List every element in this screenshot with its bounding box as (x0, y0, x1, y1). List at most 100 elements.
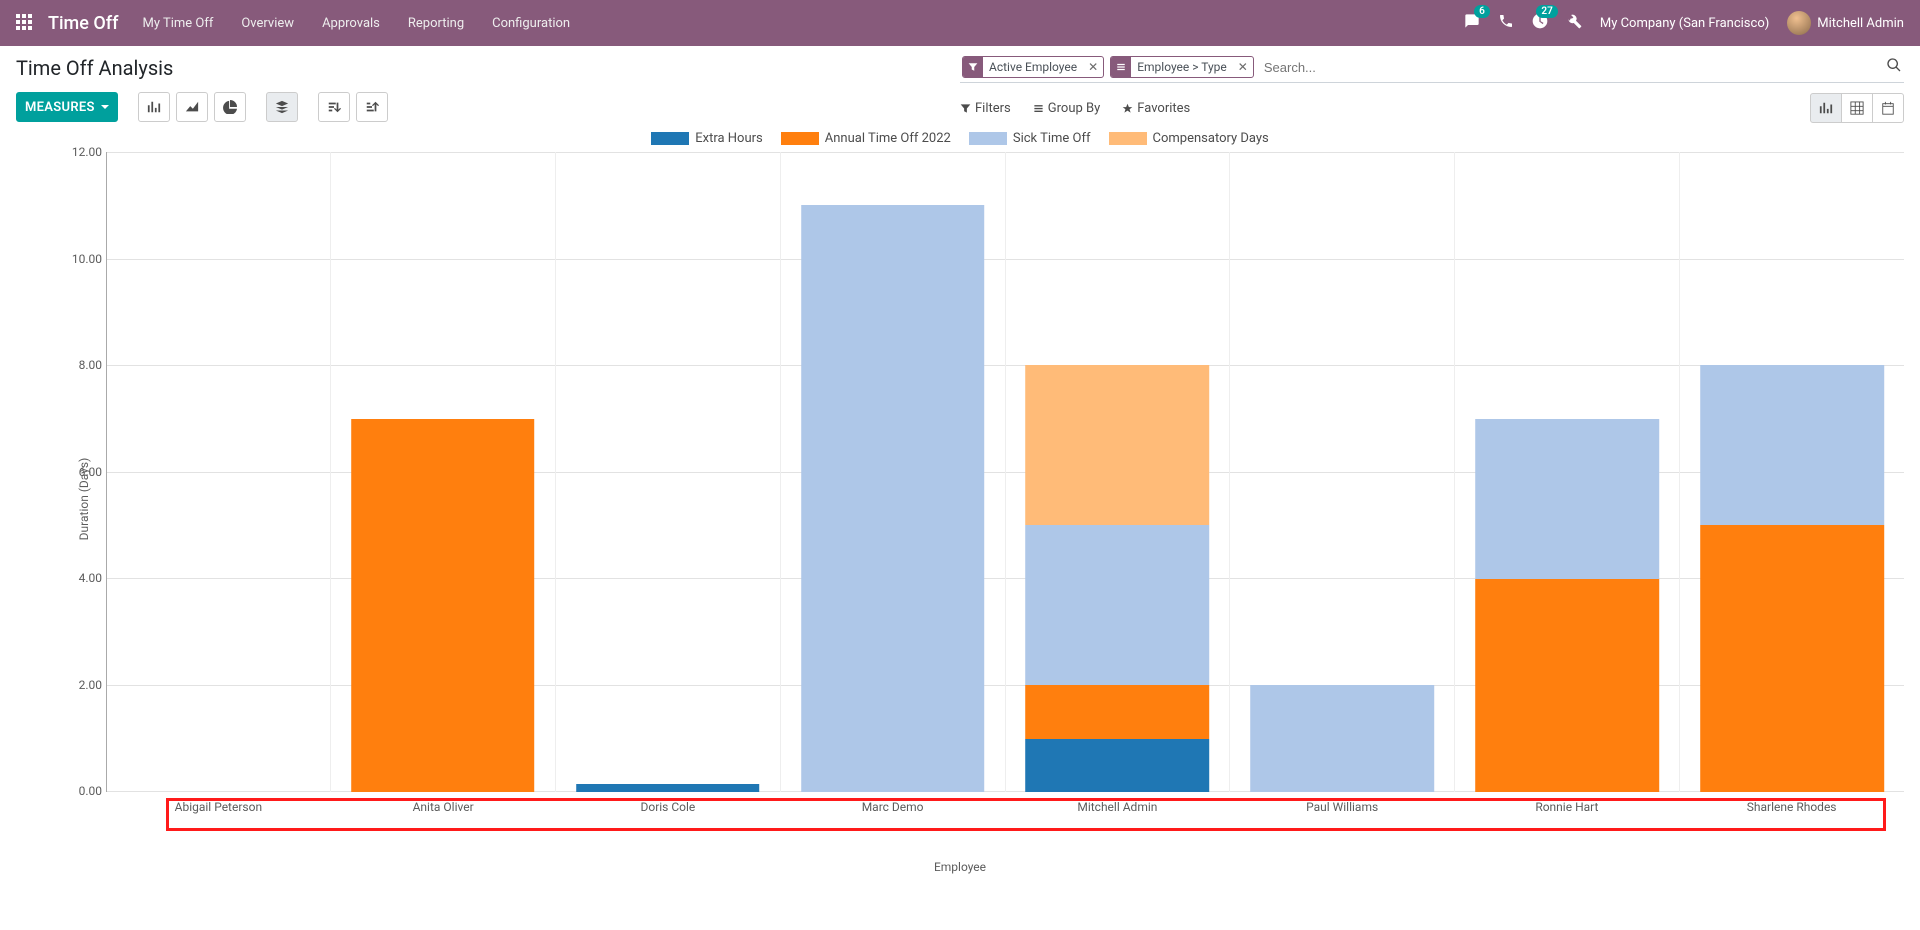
user-menu[interactable]: Mitchell Admin (1787, 11, 1904, 35)
search-row: Active Employee ✕ Employee > Type ✕ (960, 56, 1904, 83)
bar-segment[interactable] (1700, 365, 1884, 525)
bar-segment[interactable] (1475, 419, 1659, 579)
bar-column (331, 152, 556, 792)
list-icon (1111, 57, 1131, 77)
x-axis-label: Employee (16, 860, 1904, 874)
bar-stack[interactable] (1700, 365, 1884, 792)
nav-configuration[interactable]: Configuration (492, 16, 570, 31)
plot: Duration (Days) 0.002.004.006.008.0010.0… (76, 152, 1904, 832)
search-button[interactable] (1886, 57, 1902, 77)
bar-segment[interactable] (1475, 579, 1659, 792)
cp-right: Active Employee ✕ Employee > Type ✕ Filt… (960, 56, 1904, 123)
messages-badge: 6 (1474, 5, 1490, 18)
sort-desc-button[interactable] (318, 92, 350, 122)
groupby-dropdown[interactable]: Group By (1033, 101, 1101, 116)
x-tick-label: Anita Oliver (331, 792, 556, 832)
line-chart-icon (185, 100, 199, 114)
control-panel: Time Off Analysis MEASURES Active Employ… (0, 46, 1920, 123)
apps-icon[interactable] (16, 14, 34, 32)
bar-stack[interactable] (576, 784, 760, 792)
nav-overview[interactable]: Overview (241, 16, 294, 31)
bar-column (106, 152, 331, 792)
pivot-view-button[interactable] (1841, 93, 1873, 123)
bar-segment[interactable] (1251, 685, 1435, 792)
legend-label: Annual Time Off 2022 (825, 131, 951, 146)
graph-view-button[interactable] (1810, 93, 1842, 123)
pie-chart-button[interactable] (214, 92, 246, 122)
calendar-view-button[interactable] (1872, 93, 1904, 123)
activities-button[interactable]: 27 (1532, 13, 1548, 33)
y-tick-label: 10.00 (62, 252, 102, 266)
legend-item[interactable]: Sick Time Off (969, 131, 1091, 146)
filter-chip-active-employee[interactable]: Active Employee ✕ (962, 56, 1104, 78)
legend-item[interactable]: Extra Hours (651, 131, 763, 146)
bar-segment[interactable] (351, 419, 535, 792)
bar-column (1680, 152, 1904, 792)
bar-column (556, 152, 781, 792)
grid-icon (1850, 101, 1864, 115)
debug-button[interactable] (1566, 13, 1582, 33)
line-chart-button[interactable] (176, 92, 208, 122)
measures-button[interactable]: MEASURES (16, 92, 118, 122)
pie-chart-icon (223, 100, 237, 114)
sort-desc-icon (327, 100, 341, 114)
bar-segment[interactable] (1026, 685, 1210, 738)
stacked-button[interactable] (266, 92, 298, 122)
legend-swatch (1109, 132, 1147, 145)
calendar-icon (1881, 101, 1895, 115)
bar-stack[interactable] (1026, 365, 1210, 792)
bar-segment[interactable] (1026, 739, 1210, 792)
groupby-label: Group By (1048, 101, 1101, 116)
y-tick-label: 12.00 (62, 145, 102, 159)
bar-stack[interactable] (351, 419, 535, 792)
nav-right: 6 27 My Company (San Francisco) Mitchell… (1464, 11, 1904, 35)
company-switcher[interactable]: My Company (San Francisco) (1600, 16, 1769, 31)
bar-stack[interactable] (1251, 685, 1435, 792)
phone-button[interactable] (1498, 13, 1514, 33)
bar-column (1455, 152, 1680, 792)
bar-chart-icon (147, 100, 161, 114)
bar-column (781, 152, 1006, 792)
bar-column (1230, 152, 1455, 792)
cp-left: Time Off Analysis MEASURES (16, 56, 960, 122)
legend-item[interactable]: Compensatory Days (1109, 131, 1269, 146)
filters-dropdown[interactable]: Filters (960, 101, 1011, 116)
bar-segment[interactable] (1026, 365, 1210, 525)
sort-asc-icon (365, 100, 379, 114)
bar-segment[interactable] (1700, 525, 1884, 792)
avatar (1787, 11, 1811, 35)
chart-area: Extra Hours Annual Time Off 2022 Sick Time… (0, 123, 1920, 913)
legend-label: Compensatory Days (1153, 131, 1269, 146)
search-input[interactable] (1260, 58, 1886, 77)
bar-segment[interactable] (576, 784, 760, 792)
favorites-dropdown[interactable]: Favorites (1122, 101, 1190, 116)
chip-label: Employee > Type (1131, 60, 1233, 74)
bar-segment[interactable] (1026, 525, 1210, 685)
bar-chart-icon (1819, 101, 1833, 115)
bar-chart-button[interactable] (138, 92, 170, 122)
legend-label: Sick Time Off (1013, 131, 1091, 146)
bar-stack[interactable] (801, 205, 985, 792)
page-title: Time Off Analysis (16, 56, 960, 80)
bar-stack[interactable] (1475, 419, 1659, 792)
y-tick-label: 6.00 (62, 465, 102, 479)
bar-column (1006, 152, 1231, 792)
messages-button[interactable]: 6 (1464, 13, 1480, 33)
view-switcher (1811, 93, 1904, 123)
chip-remove-icon[interactable]: ✕ (1083, 60, 1103, 74)
chip-remove-icon[interactable]: ✕ (1233, 60, 1253, 74)
nav-reporting[interactable]: Reporting (408, 16, 464, 31)
x-tick-label: Ronnie Hart (1455, 792, 1680, 832)
nav-my-time-off[interactable]: My Time Off (142, 16, 213, 31)
star-icon (1122, 103, 1133, 114)
x-tick-label: Marc Demo (780, 792, 1005, 832)
y-tick-label: 0.00 (62, 784, 102, 798)
tool-row: Filters Group By Favorites (960, 93, 1904, 123)
nav-approvals[interactable]: Approvals (322, 16, 380, 31)
groupby-chip-employee-type[interactable]: Employee > Type ✕ (1110, 56, 1254, 78)
bar-segment[interactable] (801, 205, 985, 792)
brand-title: Time Off (48, 13, 118, 34)
legend-item[interactable]: Annual Time Off 2022 (781, 131, 951, 146)
sort-asc-button[interactable] (356, 92, 388, 122)
bar-columns (106, 152, 1904, 792)
